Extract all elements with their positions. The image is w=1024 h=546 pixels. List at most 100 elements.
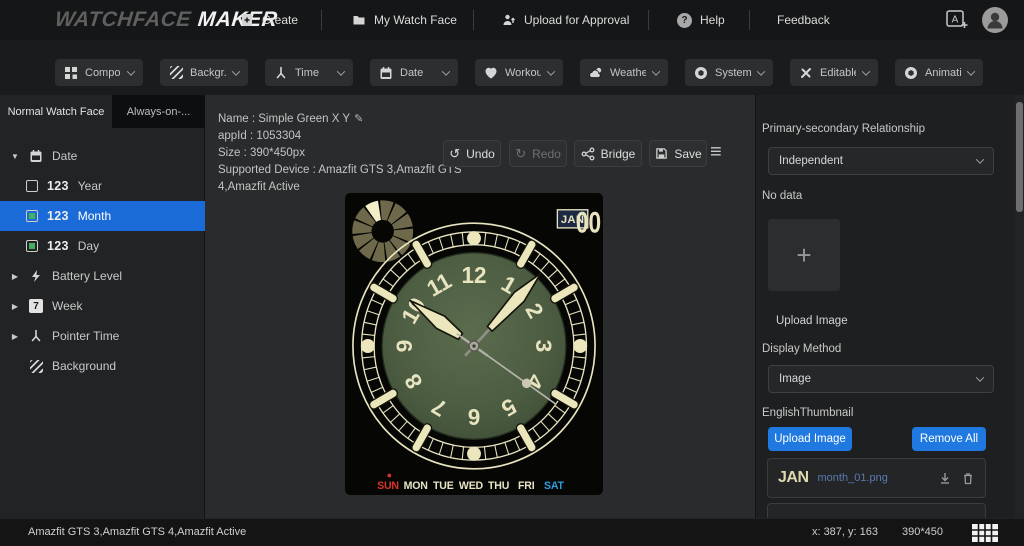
tab-always-on-display[interactable]: Always-on-... xyxy=(112,95,205,128)
english-thumbnail-label: EnglishThumbnail xyxy=(762,407,853,419)
display-method-label: Display Method xyxy=(762,343,841,355)
toolbar-editable-button[interactable]: Editable xyxy=(790,59,878,86)
toolbar-date-button[interactable]: Date xyxy=(370,59,458,86)
sidebar-item-label: Year xyxy=(78,179,102,193)
chevron-down-icon xyxy=(442,67,450,75)
status-devices: Amazfit GTS 3,Amazfit GTS 4,Amazfit Acti… xyxy=(28,526,246,538)
sidebar-item-month[interactable]: 123 Month xyxy=(0,201,205,231)
header-divider xyxy=(749,10,750,30)
scrollbar-thumb[interactable] xyxy=(1016,102,1023,212)
svg-text:SAT: SAT xyxy=(544,480,564,492)
sidebar-item-label: Week xyxy=(52,299,82,313)
tab-label: Always-on-... xyxy=(127,106,191,118)
toolbar-label: Time xyxy=(295,67,331,79)
upload-for-approval-button[interactable]: Upload for Approval xyxy=(502,0,629,40)
upload-image-dropzone[interactable]: + xyxy=(768,219,840,291)
my-watch-face-button[interactable]: My Watch Face xyxy=(352,0,457,40)
toolbar-system-button[interactable]: System xyxy=(685,59,773,86)
number-123-icon: 123 xyxy=(47,239,69,253)
svg-text:9: 9 xyxy=(391,340,417,353)
layer-sidebar: Normal Watch Face Always-on-... ▼ Date 1… xyxy=(0,95,205,518)
file-list-item-partial[interactable] xyxy=(767,503,986,518)
editable-tools-icon xyxy=(799,66,813,80)
redo-button[interactable]: ↻ Redo xyxy=(509,140,567,167)
toolbar-components-button[interactable]: Compo... xyxy=(55,59,143,86)
chevron-down-icon xyxy=(547,67,555,75)
feedback-button[interactable]: Feedback xyxy=(777,0,830,40)
svg-text:3: 3 xyxy=(531,340,557,353)
sidebar-item-date[interactable]: ▼ Date xyxy=(0,141,205,171)
watchface-maker-app: WATCHFACE MAKER Create My Watch Face Upl… xyxy=(0,0,1024,546)
undo-button[interactable]: ↺ Undo xyxy=(443,140,501,167)
checkbox-checked-icon[interactable] xyxy=(26,210,38,222)
help-label: Help xyxy=(700,13,725,27)
toolbar-label: Animati.. xyxy=(925,67,961,79)
download-icon[interactable] xyxy=(938,471,952,485)
svg-text:SUN: SUN xyxy=(377,480,399,492)
toolbar-animation-button[interactable]: Animati.. xyxy=(895,59,983,86)
svg-text:FRI: FRI xyxy=(518,480,535,492)
sidebar-item-pointer-time[interactable]: ▶ Pointer Time xyxy=(0,321,205,351)
my-watch-face-label: My Watch Face xyxy=(374,13,457,27)
header: WATCHFACE MAKER Create My Watch Face Upl… xyxy=(0,0,1024,40)
sidebar-item-battery-level[interactable]: ▶ Battery Level xyxy=(0,261,205,291)
create-button[interactable]: Create xyxy=(240,0,298,40)
create-label: Create xyxy=(262,13,298,27)
file-thumbnail: JAN xyxy=(778,469,809,487)
toolbar-background-button[interactable]: Backgr... xyxy=(160,59,248,86)
chevron-down-icon xyxy=(976,373,984,381)
sidebar-item-year[interactable]: 123 Year xyxy=(0,171,205,201)
header-divider xyxy=(473,10,474,30)
svg-text:THU: THU xyxy=(488,480,510,492)
svg-text:WED: WED xyxy=(459,480,484,492)
save-button[interactable]: Save xyxy=(649,140,707,167)
grid-toggle-icon[interactable] xyxy=(972,524,998,545)
editor-canvas: Name : Simple Green X Y✎ appId : 1053304… xyxy=(205,95,755,518)
expander-right-icon[interactable]: ▶ xyxy=(10,302,20,311)
edit-name-icon[interactable]: ✎ xyxy=(354,113,363,125)
sidebar-item-background[interactable]: Background xyxy=(0,351,205,381)
info-name-text: Name : Simple Green X Y xyxy=(218,113,350,125)
heart-icon xyxy=(484,66,498,80)
expander-down-icon[interactable]: ▼ xyxy=(10,152,20,161)
display-method-select[interactable]: Image xyxy=(768,365,994,393)
user-avatar[interactable] xyxy=(982,7,1008,33)
checkbox-checked-icon[interactable] xyxy=(26,240,38,252)
bridge-button[interactable]: Bridge xyxy=(574,140,642,167)
number-123-icon: 123 xyxy=(47,179,69,193)
file-name-link[interactable]: month_01.png xyxy=(818,472,929,484)
info-size-line: Size : 390*450px xyxy=(218,145,466,162)
week-7-icon: 7 xyxy=(29,299,43,313)
create-file-plus-icon xyxy=(240,13,254,27)
toolbar-time-button[interactable]: Time xyxy=(265,59,353,86)
menu-hamburger-icon[interactable]: ≡ xyxy=(710,141,722,164)
sunday-dot xyxy=(387,474,391,478)
info-name-line: Name : Simple Green X Y ✎ xyxy=(218,111,466,128)
expander-right-icon[interactable]: ▶ xyxy=(10,272,20,281)
help-button[interactable]: ? Help xyxy=(677,0,725,40)
chevron-down-icon xyxy=(652,67,660,75)
trash-icon[interactable] xyxy=(961,471,975,485)
components-icon xyxy=(64,66,78,80)
language-icon[interactable]: A xyxy=(946,10,968,30)
center-hub-dot xyxy=(472,344,475,347)
sidebar-item-week[interactable]: ▶ 7 Week xyxy=(0,291,205,321)
watchface-preview[interactable]: JAN 00 123456789101112 xyxy=(345,193,603,495)
relationship-select[interactable]: Independent xyxy=(768,147,994,175)
number-123-icon: 123 xyxy=(47,209,69,223)
toolbar-label: Backgr... xyxy=(190,67,226,79)
checkbox-unchecked-icon[interactable] xyxy=(26,180,38,192)
status-bar: Amazfit GTS 3,Amazfit GTS 4,Amazfit Acti… xyxy=(0,518,1024,546)
upload-image-button[interactable]: Upload Image xyxy=(768,427,852,451)
toolbar-weather-button[interactable]: Weather xyxy=(580,59,668,86)
redo-label: Redo xyxy=(532,147,561,161)
expander-right-icon[interactable]: ▶ xyxy=(10,332,20,341)
remove-all-button[interactable]: Remove All xyxy=(912,427,986,451)
save-floppy-icon xyxy=(654,147,668,161)
sidebar-item-day[interactable]: 123 Day xyxy=(0,231,205,261)
toolbar-workout-button[interactable]: Workou.. xyxy=(475,59,563,86)
status-canvas-size: 390*450 xyxy=(902,526,943,538)
undo-label: Undo xyxy=(466,147,495,161)
tab-normal-watch-face[interactable]: Normal Watch Face xyxy=(0,95,112,128)
file-list-item[interactable]: JAN month_01.png xyxy=(767,458,986,498)
